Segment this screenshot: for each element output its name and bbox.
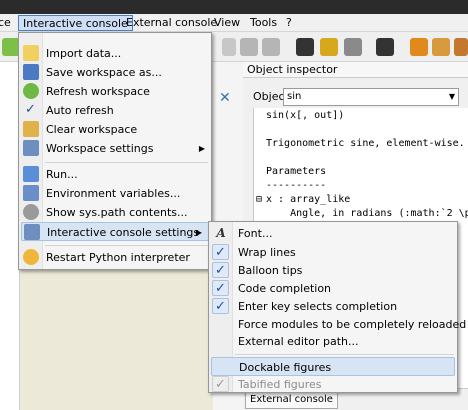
run-icon	[23, 166, 39, 182]
menu-item-import-data[interactable]: Import data...	[19, 44, 211, 63]
book-icon	[23, 185, 39, 201]
menu-separator	[235, 354, 454, 355]
menu-item-label: Import data...	[46, 47, 122, 60]
menu-item-workspace-settings[interactable]: Workspace settings ▶	[19, 139, 211, 158]
close-icon[interactable]: ✕	[219, 90, 231, 106]
syspath-icon	[23, 204, 39, 220]
menu-item-label: Clear workspace	[46, 123, 138, 136]
toolbar-forward-icon[interactable]	[262, 38, 280, 56]
submenu-item-external-editor-path[interactable]: External editor path...	[209, 332, 457, 351]
menu-external-console[interactable]: External console	[122, 15, 221, 31]
object-combobox[interactable]: sin ▼	[283, 88, 459, 106]
menu-item-environment-variables[interactable]: Environment variables...	[19, 184, 211, 203]
submenu-item-wrap-lines[interactable]: ✓ Wrap lines	[209, 243, 457, 262]
chevron-right-icon: ▶	[195, 228, 202, 237]
menu-view[interactable]: View	[210, 15, 244, 31]
menu-item-clear-workspace[interactable]: Clear workspace	[19, 120, 211, 139]
submenu-item-code-completion[interactable]: ✓ Code completion	[209, 279, 457, 298]
menu-item-label: Balloon tips	[238, 264, 303, 277]
menu-item-label: Save workspace as...	[46, 66, 162, 79]
toolbar-folder-icon[interactable]	[432, 38, 450, 56]
toolbar-dropdown-icon[interactable]	[222, 38, 236, 56]
menu-item-label: Code completion	[238, 282, 332, 295]
menu-item-label: Interactive console settings	[47, 226, 200, 239]
menu-workspace-partial[interactable]: ce	[0, 15, 15, 31]
object-inspector-title: Object inspector	[243, 62, 468, 78]
menu-item-restart-python[interactable]: Restart Python interpreter	[19, 248, 211, 267]
submenu-item-font[interactable]: A Font...	[209, 224, 457, 243]
object-row: Object sin ▼	[243, 86, 468, 108]
chevron-right-icon: ▶	[198, 144, 205, 153]
editor-pane[interactable]	[0, 62, 20, 410]
menu-item-label: Run...	[46, 168, 78, 181]
check-icon: ✓	[212, 262, 229, 278]
font-icon: A	[216, 226, 226, 240]
menu-item-refresh-workspace[interactable]: Refresh workspace	[19, 82, 211, 101]
doc-line: sin(x[, out])	[266, 110, 345, 121]
fold-icon[interactable]: ⊟	[256, 194, 262, 205]
menu-separator	[45, 245, 208, 246]
menu-item-label: Workspace settings	[46, 142, 154, 155]
menu-item-label: External editor path...	[238, 335, 359, 348]
save-workspace-icon	[23, 64, 39, 80]
doc-line: Angle, in radians (:math:`2 \pi`	[266, 208, 468, 219]
menu-separator	[45, 162, 208, 163]
check-icon: ✓	[212, 280, 229, 296]
import-data-icon	[23, 45, 39, 61]
menu-item-label: Wrap lines	[238, 246, 296, 259]
menu-item-label: Show sys.path contents...	[46, 206, 188, 219]
doc-line: Trigonometric sine, element-wise.	[266, 138, 465, 149]
menu-item-label: Enter key selects completion	[238, 300, 398, 313]
interactive-console-menu: Import data... Save workspace as... Refr…	[18, 32, 212, 270]
toolbar-sync-icon[interactable]	[410, 38, 428, 56]
menu-item-label: Refresh workspace	[46, 85, 150, 98]
menu-item-label: Tabified figures	[238, 378, 322, 391]
submenu-item-enter-key-completion[interactable]: ✓ Enter key selects completion	[209, 297, 457, 316]
menu-item-save-workspace[interactable]: Save workspace as...	[19, 63, 211, 82]
menu-item-auto-refresh[interactable]: ✓ Auto refresh	[19, 101, 211, 120]
check-icon: ✓	[212, 298, 229, 314]
toolbar-find-icon[interactable]	[320, 38, 338, 56]
submenu-item-tabified-figures: ✓ Tabified figures	[209, 375, 457, 394]
submenu-item-balloon-tips[interactable]: ✓ Balloon tips	[209, 261, 457, 280]
menubar: ce Interactive console External console …	[0, 14, 468, 32]
check-icon: ✓	[25, 102, 36, 117]
menu-item-show-syspath[interactable]: Show sys.path contents...	[19, 203, 211, 222]
settings-icon	[23, 140, 39, 156]
menu-item-interactive-console-settings[interactable]: Interactive console settings ▶	[21, 222, 209, 241]
doc-line: ----------	[266, 180, 327, 191]
toolbar-search-icon[interactable]	[376, 38, 394, 56]
menu-item-run[interactable]: Run...	[19, 165, 211, 184]
menu-item-label: Environment variables...	[46, 187, 181, 200]
doc-line: Parameters	[266, 166, 327, 177]
refresh-workspace-icon	[23, 83, 39, 99]
doc-line: x : array_like	[266, 194, 351, 205]
console-settings-icon	[24, 224, 40, 240]
restart-icon	[23, 249, 39, 265]
toolbar-tools-icon[interactable]	[344, 38, 362, 56]
menu-item-label: Restart Python interpreter	[46, 251, 190, 264]
broom-icon	[23, 121, 39, 137]
toolbar-extra-icon[interactable]	[454, 38, 468, 56]
menu-item-label: Auto refresh	[46, 104, 114, 117]
chevron-down-icon[interactable]: ▼	[449, 89, 455, 105]
submenu-item-dockable-figures[interactable]: Dockable figures	[211, 357, 455, 376]
object-combobox-value: sin	[287, 91, 302, 102]
menu-interactive-console[interactable]: Interactive console	[18, 15, 133, 31]
toolbar-back-icon[interactable]	[240, 38, 258, 56]
menu-tools[interactable]: Tools	[246, 15, 281, 31]
menu-item-label: Font...	[238, 227, 273, 240]
window-titlebar	[0, 0, 468, 14]
check-icon: ✓	[212, 376, 229, 392]
menu-help[interactable]: ?	[282, 15, 296, 31]
toolbar-binoculars-icon[interactable]	[296, 38, 314, 56]
check-icon: ✓	[212, 244, 229, 260]
interactive-console-settings-submenu: A Font... ✓ Wrap lines ✓ Balloon tips ✓ …	[208, 221, 466, 394]
